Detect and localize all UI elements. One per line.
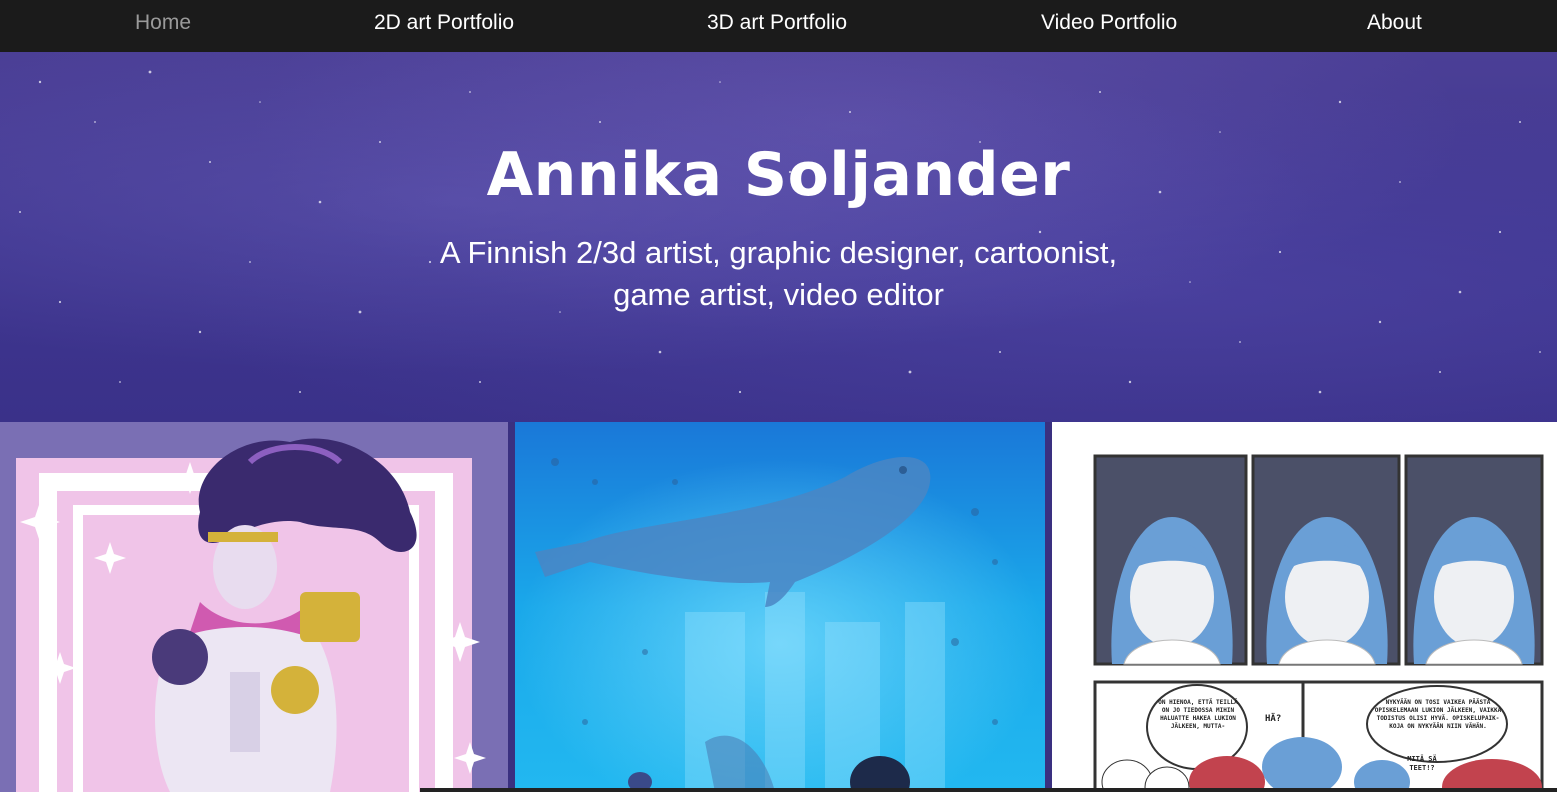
gallery-item-whale-shark[interactable] — [515, 422, 1045, 792]
comic-strip-image — [1052, 422, 1557, 792]
top-nav: Home 2D art Portfolio 3D art Portfolio V… — [0, 0, 1557, 52]
comic-bubble-text-1: ON HIENOA, ETTÄ TEILLÄ ON JO TIEDOSSA MI… — [1158, 699, 1238, 730]
whale-shark-image — [515, 422, 1045, 792]
comic-bubble-text-4: MITÄ SÄ TEET!? — [1407, 755, 1437, 772]
page-title: Annika Soljander — [486, 140, 1071, 210]
nav-video-portfolio[interactable]: Video Portfolio — [1041, 0, 1177, 46]
gallery-item-character-illustration[interactable] — [0, 422, 508, 792]
character-illustration-image — [0, 422, 508, 792]
nav-home[interactable]: Home — [135, 0, 191, 46]
gallery-item-comic-strip[interactable]: ON HIENOA, ETTÄ TEILLÄ ON JO TIEDOSSA MI… — [1052, 422, 1557, 792]
comic-bubble-text-3: NYKYÄÄN ON TOSI VAIKEA PÄÄSTÄ OPISKELEMA… — [1374, 699, 1502, 730]
hero-subtitle-line-1: A Finnish 2/3d artist, graphic designer,… — [439, 235, 1118, 270]
hero-subtitle: A Finnish 2/3d artist, graphic designer,… — [0, 232, 1557, 316]
hero-subtitle-line-2: game artist, video editor — [613, 277, 944, 312]
hero-banner: Annika Soljander A Finnish 2/3d artist, … — [0, 52, 1557, 422]
nav-2d-art-portfolio[interactable]: 2D art Portfolio — [374, 0, 514, 46]
comic-bubble-text-2: HÄ? — [1265, 714, 1282, 724]
nav-about[interactable]: About — [1367, 0, 1422, 46]
bottom-edge-bar — [420, 788, 1557, 792]
nav-3d-art-portfolio[interactable]: 3D art Portfolio — [707, 0, 847, 46]
